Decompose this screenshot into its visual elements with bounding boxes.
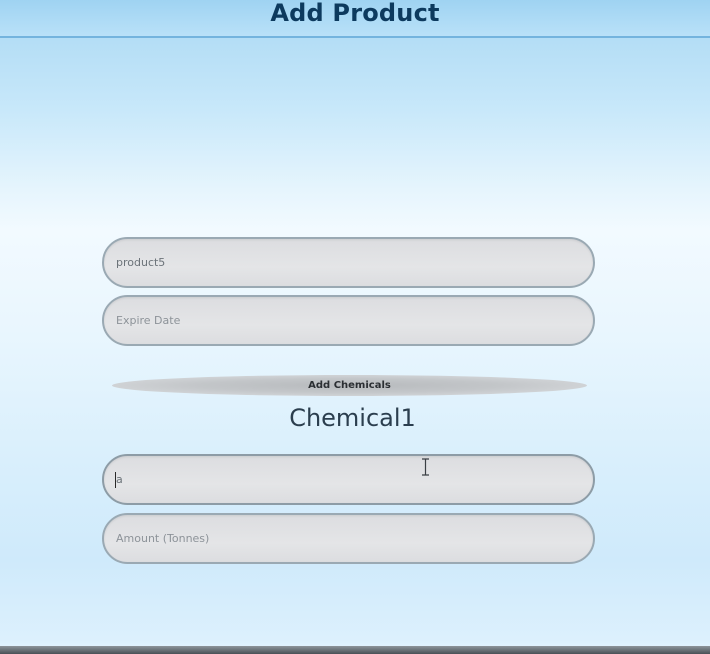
product-name-field[interactable] [102, 237, 595, 288]
chemical-section-title: Chemical1 [289, 404, 416, 432]
product-name-input[interactable] [116, 239, 576, 286]
chemical-amount-input[interactable] [116, 515, 576, 562]
taskbar-strip [0, 646, 710, 654]
expire-date-input[interactable] [116, 297, 576, 344]
chemical-amount-field[interactable] [102, 513, 595, 564]
text-caret [115, 472, 116, 488]
expire-date-field[interactable] [102, 295, 595, 346]
page-title: Add Product [270, 0, 440, 27]
app-header: Add Product [0, 0, 710, 38]
add-chemicals-button[interactable]: Add Chemicals [112, 375, 587, 396]
text-cursor-icon [422, 458, 429, 476]
chemical-name-field[interactable] [102, 454, 595, 505]
chemical-name-input[interactable] [116, 456, 576, 503]
